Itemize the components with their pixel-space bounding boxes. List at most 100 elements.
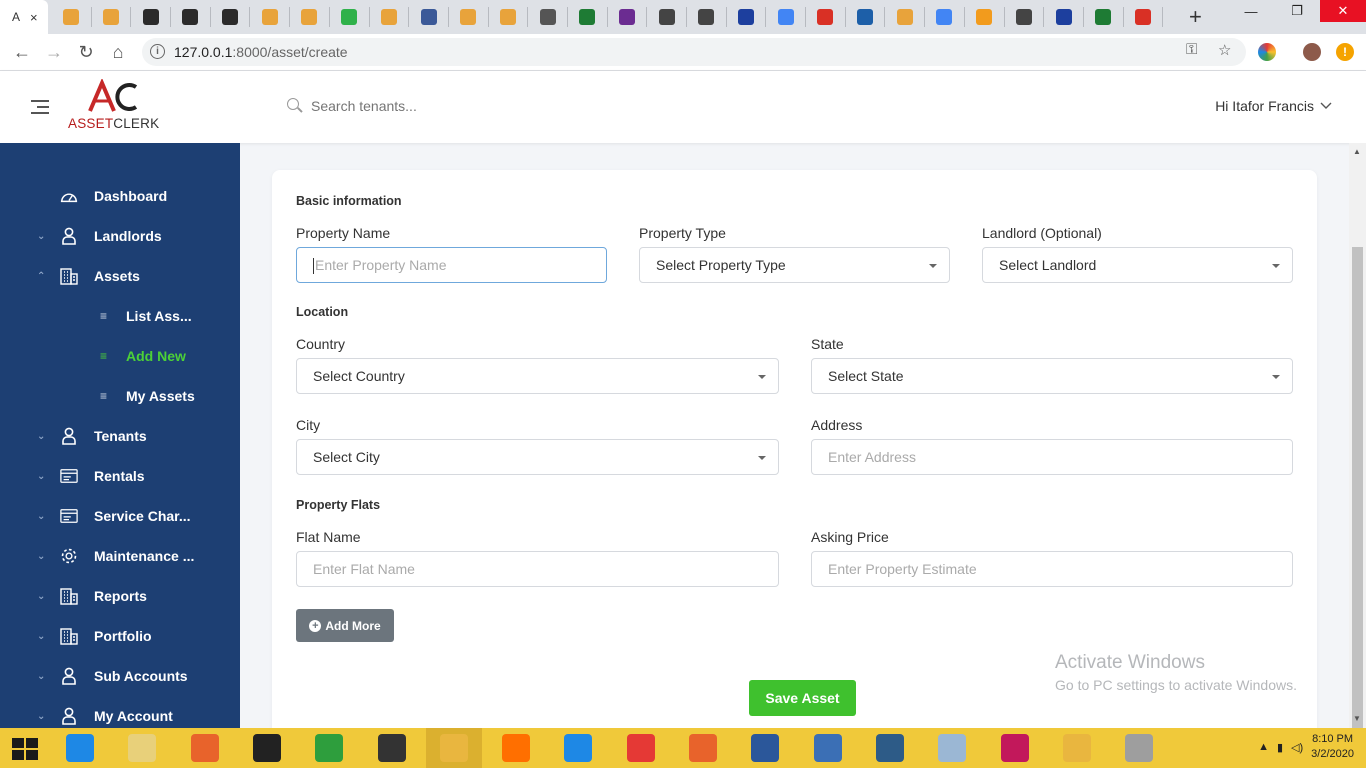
sidebar-item-maintenance[interactable]: ⌄ Maintenance ...	[0, 536, 240, 576]
browser-tab[interactable]	[171, 7, 211, 27]
assetclerk-logo[interactable]: ASSETCLERK	[68, 79, 168, 135]
forward-icon[interactable]: →	[42, 40, 66, 64]
browser-tab[interactable]	[1005, 7, 1045, 27]
windows-start-icon[interactable]	[12, 738, 38, 760]
taskbar-app[interactable]	[987, 728, 1043, 768]
country-select[interactable]: Select Country	[296, 358, 779, 394]
taskbar-app[interactable]	[862, 728, 918, 768]
browser-tab[interactable]	[846, 7, 886, 27]
new-tab-button[interactable]: +	[1189, 4, 1202, 30]
taskbar-app[interactable]	[675, 728, 731, 768]
browser-tab[interactable]	[1124, 7, 1164, 27]
taskbar-app[interactable]	[613, 728, 669, 768]
address-bar[interactable]: i 127.0.0.1:8000/asset/create	[142, 38, 1246, 66]
home-icon[interactable]: ⌂	[106, 40, 130, 64]
active-tab[interactable]: A ×	[0, 0, 48, 34]
browser-tab[interactable]	[965, 7, 1005, 27]
sidebar-item-tenants[interactable]: ⌄ Tenants	[0, 416, 240, 456]
taskbar-app[interactable]	[550, 728, 606, 768]
user-menu[interactable]: Hi Itafor Francis	[1215, 98, 1332, 114]
landlord-select[interactable]: Select Landlord	[982, 247, 1293, 283]
profile-avatar[interactable]	[1303, 43, 1321, 61]
tray-expand-icon[interactable]: ▲	[1258, 741, 1269, 753]
browser-tab[interactable]	[290, 7, 330, 27]
menu-toggle-icon[interactable]	[31, 100, 49, 114]
sidebar-item-reports[interactable]: ⌄ Reports	[0, 576, 240, 616]
close-window-button[interactable]: ✕	[1320, 0, 1366, 22]
scroll-thumb[interactable]	[1352, 247, 1363, 741]
scroll-up-icon[interactable]: ▲	[1353, 147, 1361, 156]
city-select[interactable]: Select City	[296, 439, 779, 475]
browser-tab[interactable]	[806, 7, 846, 27]
network-icon[interactable]: ▮	[1277, 741, 1283, 754]
sidebar-item-my-assets[interactable]: ≡ My Assets	[0, 376, 240, 416]
address-input[interactable]: Enter Address	[811, 439, 1293, 475]
sidebar-item-service-char[interactable]: ⌄ Service Char...	[0, 496, 240, 536]
sidebar-item-dashboard[interactable]: Dashboard	[0, 176, 240, 216]
page-scrollbar[interactable]: ▲ ▼	[1349, 143, 1366, 741]
sidebar-item-rentals[interactable]: ⌄ Rentals	[0, 456, 240, 496]
taskbar-app[interactable]	[239, 728, 295, 768]
scroll-down-icon[interactable]: ▼	[1353, 714, 1361, 723]
browser-tab[interactable]	[608, 7, 648, 27]
volume-icon[interactable]: ◁)	[1291, 741, 1303, 754]
taskbar-app[interactable]	[425, 728, 482, 768]
tab-close-icon[interactable]: ×	[30, 10, 38, 25]
taskbar-app[interactable]	[301, 728, 357, 768]
save-asset-button[interactable]: Save Asset	[749, 680, 856, 716]
sidebar-item-sub-accounts[interactable]: ⌄ Sub Accounts	[0, 656, 240, 696]
update-alert-icon[interactable]: !	[1336, 43, 1354, 61]
browser-tab[interactable]	[568, 7, 608, 27]
flat-name-input[interactable]: Enter Flat Name	[296, 551, 779, 587]
taskbar-app[interactable]	[1049, 728, 1105, 768]
sidebar-item-list-ass[interactable]: ≡ List Ass...	[0, 296, 240, 336]
reload-icon[interactable]: ↻	[74, 40, 98, 64]
browser-tab[interactable]	[409, 7, 449, 27]
clock[interactable]: 8:10 PM 3/2/2020	[1311, 732, 1354, 762]
browser-tab[interactable]	[92, 7, 132, 27]
browser-tab[interactable]	[449, 7, 489, 27]
browser-tab[interactable]	[647, 7, 687, 27]
key-icon[interactable]: ⚿	[1186, 41, 1197, 58]
browser-tab[interactable]	[727, 7, 767, 27]
extension-icon[interactable]	[1258, 43, 1276, 61]
taskbar-app[interactable]	[800, 728, 856, 768]
browser-tab[interactable]	[211, 7, 251, 27]
back-icon[interactable]: ←	[10, 40, 34, 64]
browser-tab[interactable]	[370, 7, 410, 27]
browser-tab[interactable]	[250, 7, 291, 27]
browser-tab[interactable]	[1044, 7, 1084, 27]
add-more-button[interactable]: + Add More	[296, 609, 394, 642]
bookmark-star-icon[interactable]: ☆	[1218, 41, 1231, 59]
restore-button[interactable]: ❐	[1274, 0, 1320, 22]
browser-tab[interactable]	[52, 7, 92, 27]
browser-tab[interactable]	[766, 7, 807, 27]
sidebar-item-portfolio[interactable]: ⌄ Portfolio	[0, 616, 240, 656]
taskbar-app[interactable]	[924, 728, 980, 768]
browser-tab[interactable]	[131, 7, 172, 27]
sidebar-item-assets[interactable]: ⌃ Assets	[0, 256, 240, 296]
taskbar-app[interactable]	[1111, 728, 1167, 768]
asking-price-input[interactable]: Enter Property Estimate	[811, 551, 1293, 587]
taskbar-app[interactable]	[737, 728, 793, 768]
browser-tab[interactable]	[925, 7, 965, 27]
browser-tab[interactable]	[687, 7, 727, 27]
state-select[interactable]: Select State	[811, 358, 1293, 394]
browser-tab[interactable]	[330, 7, 370, 27]
taskbar-app[interactable]	[488, 728, 544, 768]
sidebar-item-landlords[interactable]: ⌄ Landlords	[0, 216, 240, 256]
browser-tab[interactable]	[885, 7, 926, 27]
minimize-button[interactable]: —	[1228, 0, 1274, 22]
property-type-select[interactable]: Select Property Type	[639, 247, 950, 283]
property-name-input[interactable]: Enter Property Name	[296, 247, 607, 283]
taskbar-app[interactable]	[52, 728, 108, 768]
browser-tab[interactable]	[1084, 7, 1124, 27]
sidebar-item-my-account[interactable]: ⌄ My Account	[0, 696, 240, 728]
taskbar-app[interactable]	[364, 728, 420, 768]
browser-tab[interactable]	[528, 7, 568, 27]
taskbar-app[interactable]	[114, 728, 170, 768]
taskbar-app[interactable]	[177, 728, 233, 768]
sidebar-item-add-new[interactable]: ≡ Add New	[0, 336, 240, 376]
browser-tab[interactable]	[489, 7, 529, 27]
search-input[interactable]	[311, 98, 531, 114]
